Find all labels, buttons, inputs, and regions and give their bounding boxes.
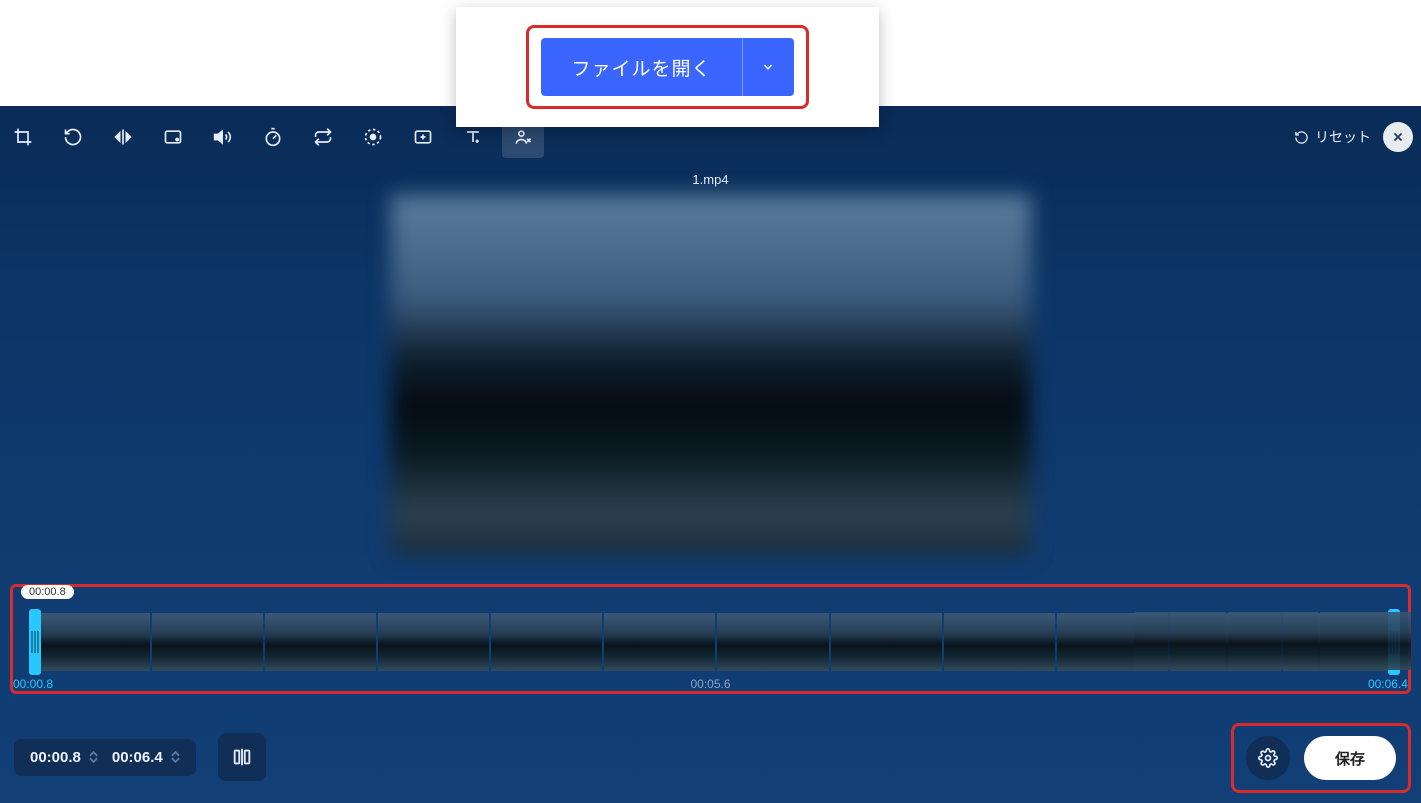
file-name: 1.mp4: [0, 172, 1421, 187]
save-label: 保存: [1335, 748, 1365, 769]
split-button[interactable]: [218, 733, 266, 781]
save-button[interactable]: 保存: [1304, 736, 1396, 780]
loop-icon: [313, 127, 333, 147]
trim-handle-left[interactable]: [29, 609, 41, 675]
preview-wrap: [0, 195, 1421, 555]
loop-tool[interactable]: [302, 116, 344, 158]
flip-horizontal-icon: [113, 127, 133, 147]
chevron-down-icon: [761, 60, 775, 74]
close-icon: [1391, 130, 1405, 144]
chevron-up-icon: [89, 750, 98, 757]
volume-icon: [213, 127, 233, 147]
timeline-mid-time: 00:05.6: [690, 677, 730, 691]
timeline-times: 00:00.8 00:05.6 00:06.4: [13, 677, 1408, 691]
time-range-panel: 00:00.8 00:06.4: [14, 739, 196, 776]
speed-icon: [263, 127, 283, 147]
bottom-bar: 00:00.8 00:06.4 保存: [0, 711, 1421, 803]
flip-tool[interactable]: [102, 116, 144, 158]
aspect-ratio-icon: [163, 127, 183, 147]
editor-panel: リセット 1.mp4 00:00.8 00:00.8 00:05.6: [0, 106, 1421, 803]
undo-icon: [63, 127, 83, 147]
start-time-stepper[interactable]: 00:00.8: [30, 749, 98, 766]
motion-icon: [363, 127, 383, 147]
gear-icon: [1258, 748, 1278, 768]
reset-label: リセット: [1315, 127, 1371, 147]
aspect-tool[interactable]: [152, 116, 194, 158]
current-time-badge: 00:00.8: [21, 585, 74, 599]
open-file-highlight: ファイルを開く: [526, 25, 808, 109]
enhance-icon: [413, 127, 433, 147]
reset-icon: [1294, 130, 1309, 145]
timeline-start-time: 00:00.8: [13, 677, 53, 691]
person-remove-icon: [513, 127, 533, 147]
text-icon: [463, 127, 483, 147]
end-stepper-arrows[interactable]: [171, 750, 180, 764]
open-file-button[interactable]: ファイルを開く: [541, 38, 793, 96]
timeline-frames-outside: [1135, 612, 1411, 670]
undo-tool[interactable]: [52, 116, 94, 158]
save-highlight: 保存: [1231, 723, 1411, 793]
enhance-tool[interactable]: [402, 116, 444, 158]
close-button[interactable]: [1383, 122, 1413, 152]
chevron-down-icon: [89, 757, 98, 764]
settings-button[interactable]: [1246, 736, 1290, 780]
crop-icon: [13, 127, 33, 147]
chevron-up-icon: [171, 750, 180, 757]
crop-tool[interactable]: [2, 116, 44, 158]
open-file-dropdown[interactable]: [742, 38, 794, 96]
open-file-dialog: ファイルを開く: [456, 7, 879, 127]
split-icon: [231, 746, 253, 768]
start-time-value: 00:00.8: [30, 749, 81, 766]
video-preview[interactable]: [391, 195, 1031, 555]
chevron-down-icon: [171, 757, 180, 764]
start-stepper-arrows[interactable]: [89, 750, 98, 764]
open-file-label: ファイルを開く: [541, 38, 741, 96]
end-time-stepper[interactable]: 00:06.4: [112, 749, 180, 766]
reset-button[interactable]: リセット: [1294, 127, 1371, 147]
timeline-end-time: 00:06.4: [1368, 677, 1408, 691]
end-time-value: 00:06.4: [112, 749, 163, 766]
volume-tool[interactable]: [202, 116, 244, 158]
motion-tool[interactable]: [352, 116, 394, 158]
speed-tool[interactable]: [252, 116, 294, 158]
